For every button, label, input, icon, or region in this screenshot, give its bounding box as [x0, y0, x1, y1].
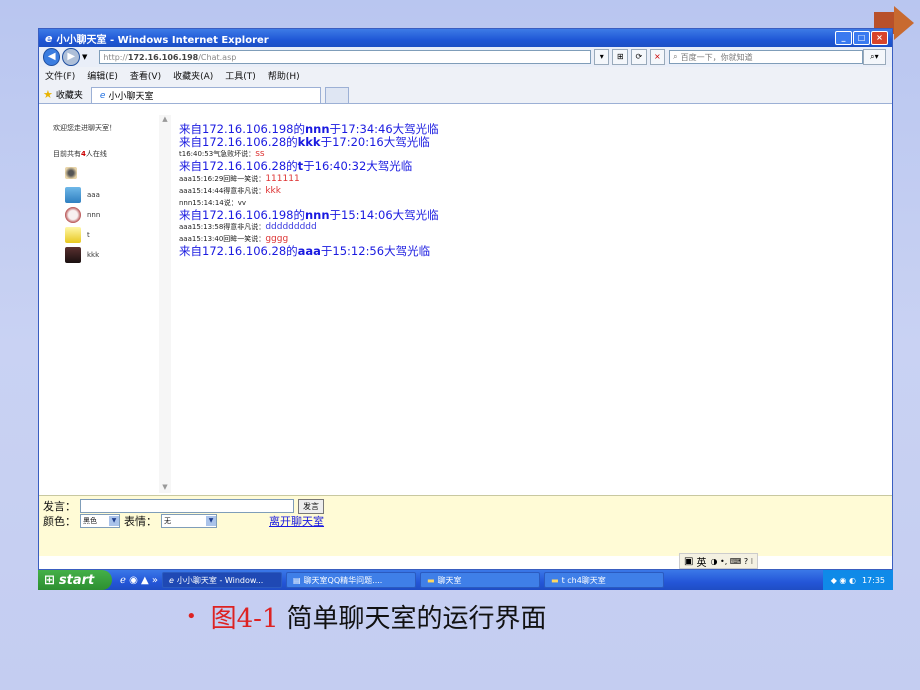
avatar — [65, 207, 81, 223]
tab-chatroom[interactable]: e 小小聊天室 — [90, 87, 321, 103]
clock: 17:35 — [861, 575, 885, 585]
url-protocol: http:// — [103, 52, 128, 62]
chat-message: aaa15:14:44得意非凡说：kkk — [179, 185, 281, 196]
ie-logo-icon: e — [45, 31, 53, 45]
stop-button[interactable]: × — [649, 49, 666, 65]
ie-task-icon: e — [169, 575, 174, 585]
online-count: 目前共有4人在线 — [53, 150, 107, 158]
avatar — [65, 247, 81, 263]
address-toolbar: ◀ ▶ ▼ http://172.16.106.198/Chat.asp ▾ ⊞… — [39, 47, 892, 67]
refresh-button[interactable]: ⟳ — [631, 49, 647, 65]
ime-icon: ▣ — [684, 555, 694, 567]
tab-bar: ★ 收藏夹 e 小小聊天室 — [39, 83, 892, 104]
menu-help[interactable]: 帮助(H) — [268, 69, 300, 82]
document-icon: ▤ — [293, 575, 301, 585]
tab-label: 小小聊天室 — [108, 92, 154, 102]
folder-icon: ▬ — [551, 575, 559, 585]
arrival-message: 来自172.16.106.198的nnn于15:14:06大驾光临 — [179, 207, 439, 222]
new-tab-button[interactable] — [324, 87, 349, 103]
language-bar[interactable]: ▣ 英 ◑ •, ⌨ ? ⁝ — [679, 553, 759, 569]
favorites-label: 收藏夹 — [55, 90, 83, 101]
task-chatroom-folder[interactable]: ▬ 聊天室 — [420, 572, 540, 588]
menu-file[interactable]: 文件(F) — [45, 69, 75, 82]
avatar — [65, 227, 81, 243]
message-list: 来自172.16.106.198的nnn于17:34:46大驾光临 来自172.1… — [179, 123, 879, 258]
menu-edit[interactable]: 编辑(E) — [87, 69, 118, 82]
message-input[interactable] — [80, 499, 294, 513]
emotion-label: 表情： — [124, 515, 157, 528]
task-qq-faq[interactable]: ▤ 聊天室QQ精华问题.... — [286, 572, 416, 588]
menu-view[interactable]: 查看(V) — [130, 69, 161, 82]
close-button[interactable]: × — [871, 31, 888, 45]
search-icon: ⌕ — [673, 52, 678, 61]
system-tray: ◆ ◉ ◐ 17:35 — [822, 570, 893, 590]
user-item-t[interactable]: t — [65, 227, 90, 243]
compat-view-icon[interactable]: ⊞ — [612, 49, 629, 65]
color-label: 颜色： — [43, 515, 76, 528]
task-ch4-folder[interactable]: ▬ t ch4聊天室 — [544, 572, 664, 588]
menu-tools[interactable]: 工具(T) — [225, 69, 256, 82]
figure-title: 简单聊天室的运行界面 — [286, 604, 547, 634]
chat-message: aaa15:13:58得意非凡说：ddddddddd — [179, 222, 317, 232]
bullet: • — [186, 606, 197, 627]
ime-tools-icon: ◑ •, ⌨ ? ⁝ — [710, 556, 754, 566]
task-chatroom-ie[interactable]: e 小小聊天室 - Window... — [162, 572, 282, 588]
taskbar: ⊞ start ℯ ◉ ▲ » e 小小聊天室 - Window... ▤ 聊天… — [38, 570, 893, 590]
emotion-select[interactable]: 无 ▼ — [161, 514, 217, 528]
url-host: 172.16.106.198 — [127, 52, 199, 62]
message-scrollbar[interactable]: ▲ ▼ — [159, 115, 171, 493]
speak-label: 发言： — [43, 500, 76, 513]
history-dropdown-icon[interactable]: ▼ — [82, 53, 87, 61]
user-list-panel: 欢迎您走进聊天室！ 目前共有4人在线 aaa nnn t kkk — [39, 115, 157, 493]
address-dropdown-button[interactable]: ▾ — [593, 49, 610, 65]
chevron-down-icon: ▼ — [109, 516, 119, 526]
search-button[interactable]: ⌕▾ — [862, 49, 887, 65]
address-input[interactable]: http://172.16.106.198/Chat.asp — [99, 50, 591, 64]
leave-chatroom-link[interactable]: 离开聊天室 — [269, 513, 324, 529]
arrival-message: 来自172.16.106.28的kkk于17:20:16大驾光临 — [179, 134, 430, 149]
language-indicator: 英 — [696, 557, 707, 569]
user-item-kkk[interactable]: kkk — [65, 247, 99, 263]
welcome-text: 欢迎您走进聊天室！ — [53, 124, 116, 132]
title-bar: e 小小聊天室 - Windows Internet Explorer _ □ … — [39, 29, 892, 47]
send-button[interactable]: 发言 — [298, 498, 324, 514]
forward-button[interactable]: ▶ — [62, 48, 80, 66]
back-button[interactable]: ◀ — [43, 48, 61, 66]
slide-caption: • 图4-1 简单聊天室的运行界面 — [186, 598, 547, 635]
scroll-up-icon[interactable]: ▲ — [159, 115, 171, 125]
user-list-header-icon — [65, 167, 83, 179]
chat-message: aaa15:16:29回眸一笑说：111111 — [179, 173, 300, 184]
search-input[interactable]: ⌕ 百度一下，你就知道 — [669, 50, 863, 64]
quick-launch-icons[interactable]: ℯ ◉ ▲ » — [120, 575, 158, 586]
url-path: /Chat.asp — [198, 52, 237, 62]
windows-flag-icon: ⊞ — [44, 572, 55, 588]
tray-icons[interactable]: ◆ ◉ ◐ — [831, 576, 856, 585]
window-title: 小小聊天室 - Windows Internet Explorer — [56, 34, 269, 46]
maximize-button[interactable]: □ — [853, 31, 870, 45]
folder-icon: ▬ — [427, 575, 435, 585]
chevron-down-icon: ▼ — [206, 516, 216, 526]
user-item-nnn[interactable]: nnn — [65, 207, 100, 223]
minimize-button[interactable]: _ — [835, 31, 852, 45]
arrival-message: 来自172.16.106.28的t于16:40:32大驾光临 — [179, 159, 413, 173]
scroll-down-icon[interactable]: ▼ — [159, 483, 171, 493]
arrival-message: 来自172.16.106.28的aaa于15:12:56大驾光临 — [179, 244, 431, 258]
ie-tab-icon: e — [99, 90, 106, 101]
menu-favorites[interactable]: 收藏夹(A) — [173, 69, 213, 82]
star-icon: ★ — [43, 87, 53, 101]
menu-bar: 文件(F) 编辑(E) 查看(V) 收藏夹(A) 工具(T) 帮助(H) — [39, 67, 892, 83]
input-panel: 发言： 发言 颜色： 黑色 ▼ 表情： 无 ▼ 离开聊天室 — [39, 495, 892, 556]
search-placeholder: 百度一下，你就知道 — [680, 52, 753, 62]
figure-label: 图4-1 — [210, 604, 279, 634]
favorites-button[interactable]: ★ 收藏夹 — [43, 85, 83, 103]
page-content: 欢迎您走进聊天室！ 目前共有4人在线 aaa nnn t kkk ▲ ▼ 来自1… — [39, 115, 892, 493]
avatar — [65, 187, 81, 203]
browser-window: e 小小聊天室 - Windows Internet Explorer _ □ … — [38, 28, 893, 570]
user-item-aaa[interactable]: aaa — [65, 187, 100, 203]
color-select[interactable]: 黑色 ▼ — [80, 514, 120, 528]
start-button[interactable]: ⊞ start — [38, 570, 112, 590]
